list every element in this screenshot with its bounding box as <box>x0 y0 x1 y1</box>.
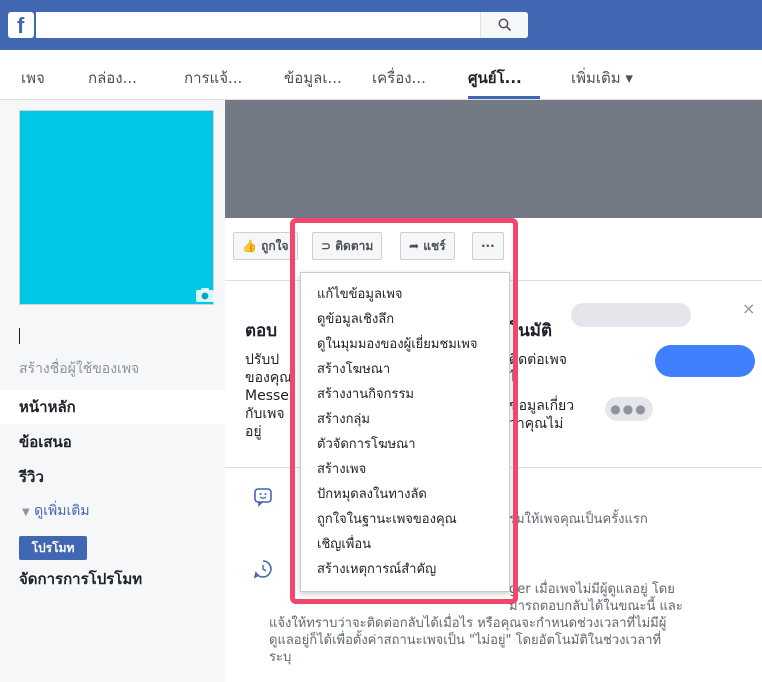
sidebar-item-reviews[interactable]: รีวิว <box>19 465 44 489</box>
thumbs-up-icon: 👍 <box>242 239 257 253</box>
see-more-link[interactable]: ▼ ดูเพิ่มเติม <box>22 500 90 522</box>
row2-text: มารถตอบกลับได้ในขณะนี้ และ <box>509 599 683 614</box>
tab-page[interactable]: เพจ <box>21 66 45 90</box>
tab-publishing-tools[interactable]: เครื่อง... <box>372 66 426 90</box>
search-input[interactable] <box>36 12 528 38</box>
chevron-down-icon: ▼ <box>22 507 30 518</box>
camera-icon[interactable] <box>195 287 215 303</box>
card-text-line: ปรับป <box>245 352 280 368</box>
away-message-icon <box>253 560 272 579</box>
row2-text: ระบุ <box>269 650 292 665</box>
manage-promotions-link[interactable]: จัดการการโปรโมท <box>19 567 142 591</box>
smile-message-icon <box>254 488 272 507</box>
highlight-box <box>290 218 518 604</box>
tab-insights[interactable]: ข้อมูลเ... <box>284 66 342 90</box>
card-title-left: ตอบ <box>245 321 278 341</box>
page-tab-bar: เพจ กล่อง... การแจ้... ข้อมูลเ... เครื่อ… <box>0 50 762 100</box>
primary-action-button[interactable] <box>655 345 755 377</box>
sidebar-item-offers[interactable]: ข้อเสนอ <box>19 430 72 454</box>
sidebar-item-home[interactable]: หน้าหลัก <box>0 390 225 424</box>
cover-photo[interactable] <box>225 100 762 218</box>
card-text-line: ข้อมูลเกี่ยว <box>509 398 575 414</box>
search-icon <box>498 18 512 32</box>
like-button[interactable]: 👍 ถูกใจ <box>233 232 298 260</box>
card-text-line: ของคุณ <box>245 370 293 386</box>
placeholder-pill <box>571 303 691 327</box>
row1-text: รมให้เพจคุณเป็นครั้งแรก <box>509 512 648 527</box>
like-label: ถูกใจ <box>261 239 289 253</box>
facebook-logo-letter: f <box>17 13 25 38</box>
tab-inbox[interactable]: กล่อง... <box>88 66 137 90</box>
facebook-logo[interactable]: f <box>8 12 34 38</box>
left-sidebar: สร้างชื่อผู้ใช้ของเพจ หน้าหลัก ข้อเสนอ ร… <box>0 100 225 682</box>
active-tab-indicator <box>468 96 540 99</box>
create-username-link[interactable]: สร้างชื่อผู้ใช้ของเพจ <box>19 358 139 380</box>
see-more-label: ดูเพิ่มเติม <box>34 503 90 519</box>
tab-notifications[interactable]: การแจ้... <box>184 66 242 90</box>
promote-button[interactable]: โปรโมท <box>19 536 87 560</box>
close-icon[interactable]: × <box>742 299 755 318</box>
row2-text: ดูแลอยู่ก็ได้เพื่อตั้งค่าสถานะเพจเป็น "ไ… <box>269 633 662 648</box>
text-cursor <box>19 328 20 344</box>
profile-picture[interactable] <box>19 110 214 305</box>
top-navigation-bar: f <box>0 0 762 50</box>
typing-indicator: ●●● <box>605 397 653 421</box>
card-text-line: กับเพจ <box>245 406 285 422</box>
row2-text: ger เมื่อเพจไม่มีผู้ดูแลอยู่ โดย <box>509 582 675 597</box>
tab-more[interactable]: เพิ่มเติม ▾ <box>571 66 633 90</box>
search-button[interactable] <box>480 12 528 38</box>
row2-text: แจ้งให้ทราบว่าจะติดต่อกลับได้เมื่อไร หรื… <box>269 616 667 631</box>
card-text-line: อยู่ <box>245 424 262 440</box>
tab-ad-center[interactable]: ศูนย์โ... <box>468 66 522 90</box>
card-text-line: Messe <box>245 388 289 404</box>
